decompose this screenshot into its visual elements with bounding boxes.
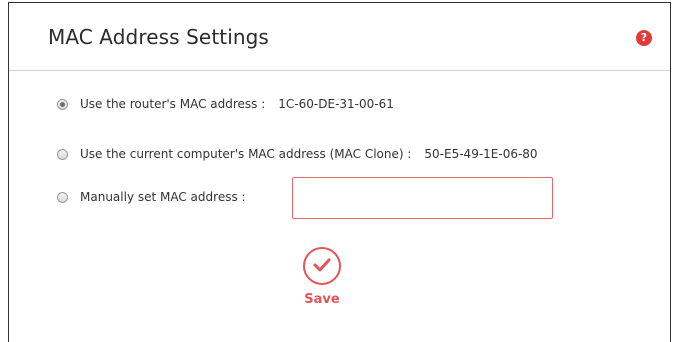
option-manual-mac[interactable]: Manually set MAC address : [57, 190, 246, 204]
help-icon[interactable]: ? [636, 30, 652, 46]
save-label: Save [304, 292, 340, 307]
mac-address-settings-panel: MAC Address Settings ? Use the router's … [8, 2, 671, 342]
clone-mac-value: 50-E5-49-1E-06-80 [424, 147, 538, 161]
checkmark-icon [303, 247, 341, 285]
save-button[interactable]: Save [295, 247, 349, 307]
router-mac-label[interactable]: Use the router's MAC address : [80, 97, 265, 111]
clone-mac-label[interactable]: Use the current computer's MAC address (… [80, 147, 411, 161]
panel-header: MAC Address Settings ? [9, 3, 670, 71]
router-mac-radio[interactable] [57, 98, 68, 110]
page-title: MAC Address Settings [48, 25, 269, 49]
option-clone-mac[interactable]: Use the current computer's MAC address (… [57, 147, 538, 161]
manual-mac-label[interactable]: Manually set MAC address : [80, 190, 246, 204]
clone-mac-radio[interactable] [57, 148, 68, 160]
router-mac-value: 1C-60-DE-31-00-61 [278, 97, 394, 111]
option-router-mac[interactable]: Use the router's MAC address : 1C-60-DE-… [57, 97, 394, 111]
manual-mac-radio[interactable] [57, 191, 68, 203]
manual-mac-input[interactable] [292, 177, 553, 219]
